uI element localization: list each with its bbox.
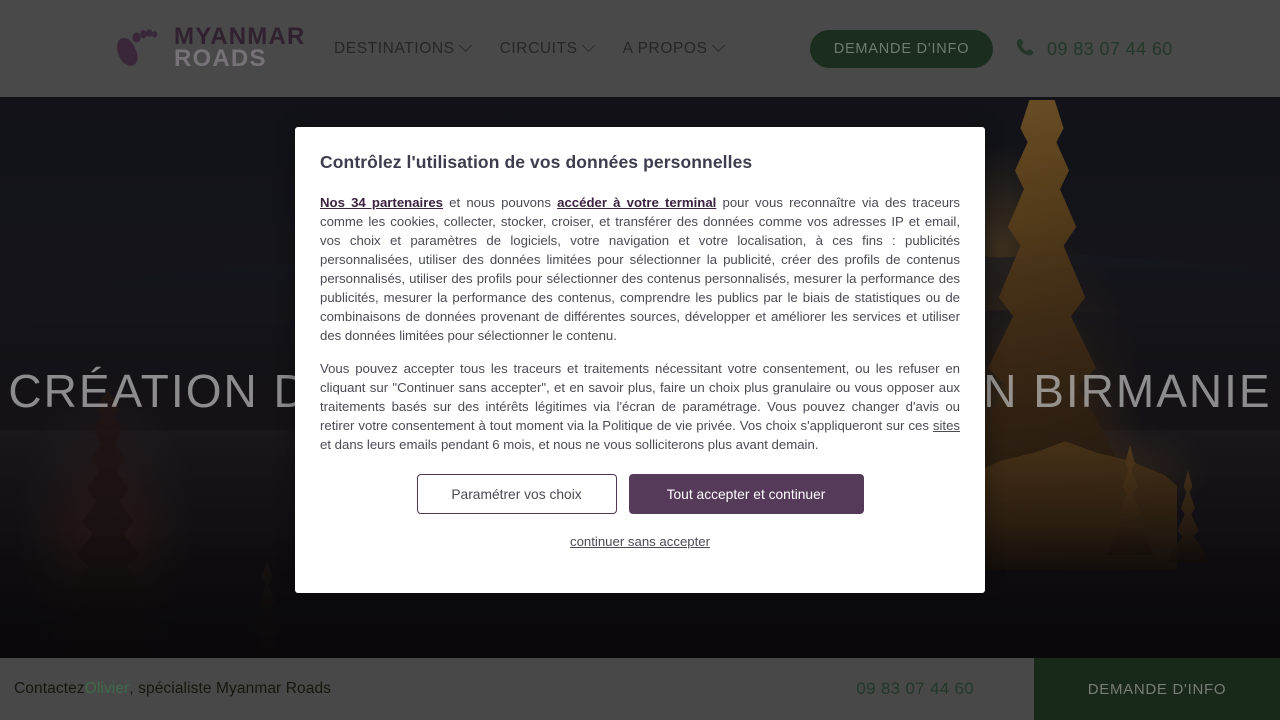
p2-text-b: et dans leurs emails pendant 6 mois, et …	[320, 437, 819, 452]
link-nos-partenaires[interactable]: Nos 34 partenaires	[320, 195, 443, 210]
nav-label-a-propos: A PROPOS	[622, 39, 708, 57]
nav-item-destinations[interactable]: DESTINATIONS	[334, 39, 472, 58]
footprint-icon	[110, 22, 162, 74]
logo-wordmark: MYANMAR ROADS	[174, 24, 306, 72]
consent-modal: Contrôlez l'utilisation de vos données p…	[295, 127, 985, 593]
link-sites[interactable]: sites	[933, 418, 960, 433]
bottom-phone-number[interactable]: 09 83 07 44 60	[836, 658, 1034, 720]
phone-icon	[1014, 36, 1036, 63]
bottom-cta-label: DEMANDE D'INFO	[1087, 680, 1227, 698]
nav-item-a-propos[interactable]: A PROPOS	[622, 39, 725, 58]
contact-suffix: , spécialiste Myanmar Roads	[129, 680, 332, 697]
header-demande-info-button[interactable]: DEMANDE D'INFO	[810, 30, 993, 68]
bottom-demande-info-button[interactable]: DEMANDE D'INFO	[1034, 658, 1280, 720]
bottom-contact-bar: Contactez Olivier, spécialiste Myanmar R…	[0, 658, 1280, 720]
main-navigation: DESTINATIONS CIRCUITS A PROPOS	[334, 0, 725, 97]
site-logo[interactable]: MYANMAR ROADS	[110, 22, 306, 74]
header-phone-link[interactable]: 09 83 07 44 60	[1014, 36, 1173, 63]
p2-text-a: Vous pouvez accepter tous les traceurs e…	[320, 361, 960, 433]
parametrer-vos-choix-button[interactable]: Paramétrer vos choix	[416, 474, 617, 514]
p1-text-b: pour vous reconnaître via des traceurs c…	[320, 195, 961, 343]
contact-specialist-name: Olivier	[84, 680, 130, 697]
site-header: MYANMAR ROADS DESTINATIONS CIRCUITS A PR…	[0, 0, 1280, 97]
continuer-sans-accepter-link[interactable]: continuer sans accepter	[320, 534, 960, 549]
nav-label-circuits: CIRCUITS	[499, 39, 578, 57]
p1-text-a: et nous pouvons	[443, 195, 558, 210]
logo-line-roads: ROADS	[174, 45, 267, 72]
chevron-down-icon	[711, 39, 725, 53]
page-root: CRÉATION DE VOYAGES SUR-MESURE EN BIRMAN…	[0, 0, 1280, 720]
contact-prefix: Contactez	[14, 680, 85, 697]
header-cta-label: DEMANDE D'INFO	[833, 41, 970, 57]
link-acceder-terminal[interactable]: accéder à votre terminal	[557, 195, 716, 210]
chevron-down-icon	[458, 39, 472, 53]
chevron-down-icon	[581, 39, 595, 53]
consent-paragraph-1: Nos 34 partenaires et nous pouvons accéd…	[320, 193, 960, 345]
bottom-contact-text: Contactez Olivier, spécialiste Myanmar R…	[0, 658, 837, 720]
tout-accepter-button[interactable]: Tout accepter et continuer	[628, 474, 864, 514]
consent-paragraph-2: Vous pouvez accepter tous les traceurs e…	[320, 359, 960, 454]
nav-label-destinations: DESTINATIONS	[334, 39, 455, 57]
consent-modal-title: Contrôlez l'utilisation de vos données p…	[320, 152, 753, 172]
header-phone-number: 09 83 07 44 60	[1047, 39, 1173, 59]
consent-modal-actions: Paramétrer vos choix Tout accepter et co…	[320, 474, 960, 514]
nav-item-circuits[interactable]: CIRCUITS	[499, 39, 595, 58]
